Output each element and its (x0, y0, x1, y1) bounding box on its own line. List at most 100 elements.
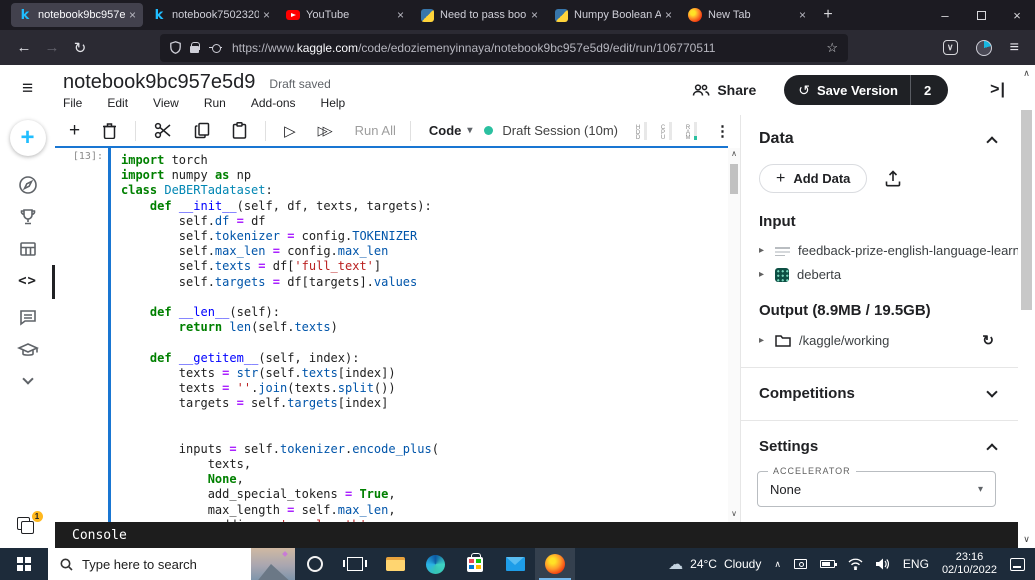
window-restore-button[interactable] (963, 0, 999, 30)
run-all-label[interactable]: Run All (355, 123, 396, 138)
save-version-button[interactable]: ↺ Save Version 2 (784, 75, 948, 105)
firefox-account-icon[interactable] (976, 40, 992, 56)
clock[interactable]: 23:16 02/10/2022 (942, 551, 997, 577)
task-view-button[interactable] (335, 548, 375, 580)
paste-cell-button[interactable] (232, 122, 247, 139)
reload-button[interactable]: ↻ (66, 39, 94, 57)
wifi-icon[interactable] (848, 558, 863, 570)
tracking-protection-shield-icon[interactable] (170, 41, 181, 54)
input-dataset-row[interactable]: ▸ feedback-prize-english-language-learni (759, 243, 1018, 258)
scroll-down-icon[interactable]: ∨ (731, 508, 737, 520)
model-name[interactable]: deberta (797, 267, 1018, 282)
run-all-icon[interactable]: ▷▷ (318, 123, 333, 139)
store-button[interactable] (455, 548, 495, 580)
bookmark-star-icon[interactable]: ☆ (826, 40, 838, 56)
caret-right-icon[interactable]: ▸ (759, 269, 775, 280)
delete-cell-button[interactable] (102, 122, 117, 139)
tab-close-icon[interactable]: × (397, 9, 404, 21)
editor-scroll-thumb[interactable] (730, 164, 738, 194)
search-highlight-image[interactable] (251, 548, 295, 580)
active-events-button[interactable]: 1 (0, 517, 55, 537)
add-data-button[interactable]: + Add Data (759, 164, 867, 193)
language-indicator[interactable]: ENG (903, 557, 929, 571)
mail-button[interactable] (495, 548, 535, 580)
refresh-icon[interactable]: ↻ (982, 332, 994, 349)
more-options-icon[interactable]: ⋮ (715, 122, 730, 140)
sidebar-item-home[interactable] (0, 175, 55, 195)
code-block[interactable]: import torchimport numpy as npclass DeBE… (121, 153, 726, 533)
page-scrollbar[interactable]: ∧ ∨ (1018, 65, 1035, 548)
run-cell-button[interactable]: ▷ (284, 122, 296, 140)
output-folder-row[interactable]: ▸ /kaggle/working ↻ (759, 332, 1018, 349)
scroll-up-icon[interactable]: ∧ (1018, 68, 1035, 79)
cut-cell-button[interactable] (154, 122, 172, 139)
menu-run[interactable]: Run (204, 96, 226, 110)
editor-scrollbar[interactable]: ∧ ∨ (728, 148, 740, 548)
browser-tab-kaggle-notebook-1[interactable]: k notebook9bc957e5d9 | Ka × (11, 3, 143, 27)
weather-widget[interactable]: ☁ 24°C Cloudy (668, 555, 761, 573)
tab-close-icon[interactable]: × (129, 9, 136, 21)
forward-button[interactable]: → (38, 39, 66, 56)
start-button[interactable] (0, 548, 48, 580)
competitions-section-header[interactable]: Competitions (741, 368, 1018, 402)
nav-menu-button[interactable]: ≡ (0, 78, 55, 100)
browser-tab-youtube[interactable]: YouTube × (279, 3, 411, 27)
upload-icon[interactable] (885, 170, 901, 187)
menu-file[interactable]: File (63, 96, 82, 110)
accelerator-select[interactable]: ACCELERATOR None ▾ (757, 471, 996, 507)
collapse-panel-icon[interactable]: >| (990, 81, 1006, 99)
firefox-button[interactable] (535, 548, 575, 580)
tab-close-icon[interactable]: × (531, 9, 538, 21)
browser-tab-new-tab[interactable]: New Tab × (681, 3, 813, 27)
caret-right-icon[interactable]: ▸ (759, 245, 775, 256)
create-button[interactable]: + (0, 120, 55, 156)
sidebar-more-button[interactable] (0, 375, 55, 383)
virtual-desktop-icon[interactable] (794, 559, 807, 569)
tab-close-icon[interactable]: × (665, 9, 672, 21)
console-bar[interactable]: Console (55, 522, 1018, 548)
sidebar-item-datasets[interactable] (0, 239, 55, 259)
tab-close-icon[interactable]: × (799, 9, 806, 21)
scroll-down-icon[interactable]: ∨ (1018, 534, 1035, 545)
tab-close-icon[interactable]: × (263, 9, 270, 21)
edge-button[interactable] (415, 548, 455, 580)
input-model-row[interactable]: ▸ deberta (759, 267, 1018, 282)
back-button[interactable]: ← (10, 39, 38, 56)
menu-help[interactable]: Help (321, 96, 346, 110)
output-path[interactable]: /kaggle/working (799, 333, 982, 348)
browser-tab-stackoverflow[interactable]: Need to pass bool-like va × (413, 3, 545, 27)
app-menu-icon[interactable]: ≡ (1010, 39, 1019, 57)
browser-tab-numpy-article[interactable]: Numpy Boolean Array - E × (547, 3, 679, 27)
share-button[interactable]: Share (692, 82, 756, 98)
menu-view[interactable]: View (153, 96, 179, 110)
taskbar-search-input[interactable]: Type here to search (48, 548, 295, 580)
connection-lock-icon[interactable] (190, 42, 199, 53)
pocket-icon[interactable]: ∨ (943, 40, 958, 55)
cortana-button[interactable] (295, 548, 335, 580)
volume-icon[interactable] (876, 558, 890, 570)
battery-icon[interactable] (820, 560, 835, 568)
window-minimize-button[interactable]: – (927, 0, 963, 30)
cell-type-dropdown[interactable]: Code ▾ (429, 123, 473, 138)
version-count[interactable]: 2 (911, 83, 944, 98)
sidebar-item-code[interactable]: <> (0, 273, 55, 289)
browser-tab-kaggle-notebook-2[interactable]: k notebook7502320d2f | Kag × (145, 3, 277, 27)
dataset-name[interactable]: feedback-prize-english-language-learni (798, 243, 1018, 258)
window-close-button[interactable]: × (999, 0, 1035, 30)
add-cell-button[interactable]: + (69, 120, 80, 142)
caret-right-icon[interactable]: ▸ (759, 335, 775, 346)
url-text[interactable]: https://www.kaggle.com/code/edoziemenyin… (232, 41, 818, 55)
sidebar-item-discussions[interactable] (0, 307, 55, 327)
session-label[interactable]: Draft Session (10m) (502, 123, 618, 138)
action-center-icon[interactable] (1010, 558, 1025, 571)
collapse-chevron-icon[interactable] (986, 136, 997, 147)
scroll-up-icon[interactable]: ∧ (731, 148, 737, 160)
url-bar[interactable]: https://www.kaggle.com/code/edoziemenyin… (160, 34, 848, 62)
file-explorer-button[interactable] (375, 548, 415, 580)
code-editor[interactable]: [13]: import torchimport numpy as npclas… (55, 146, 740, 548)
page-scroll-thumb[interactable] (1021, 110, 1032, 310)
settings-section-header[interactable]: Settings (741, 421, 1018, 455)
sidebar-item-learn[interactable] (0, 340, 55, 360)
new-tab-button[interactable]: + (814, 6, 842, 24)
copy-cell-button[interactable] (194, 122, 210, 139)
